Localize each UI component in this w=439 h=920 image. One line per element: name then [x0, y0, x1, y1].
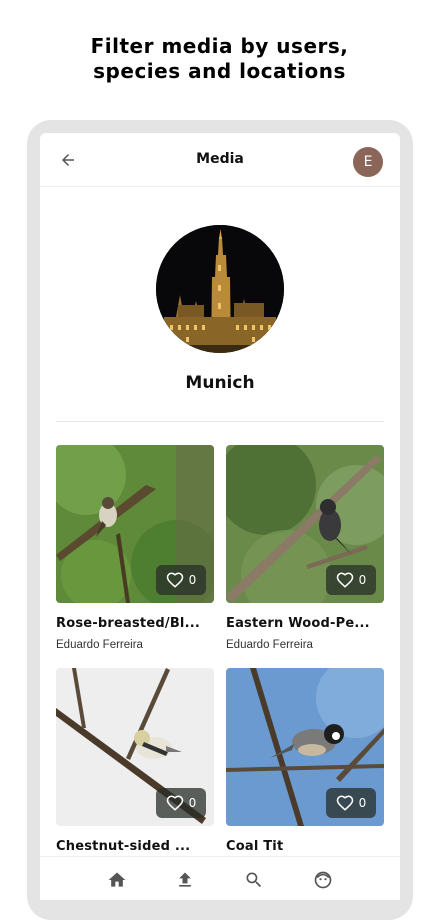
nav-home[interactable]: [106, 869, 128, 891]
page-title: Media: [196, 151, 244, 167]
home-icon: [108, 872, 126, 887]
profile-icon: [314, 871, 332, 889]
media-thumbnail[interactable]: 0: [226, 668, 384, 826]
like-button[interactable]: 0: [156, 565, 206, 595]
like-count: 0: [188, 796, 197, 810]
media-user: Eduardo Ferreira: [226, 639, 313, 651]
media-thumbnail[interactable]: 0: [56, 445, 214, 603]
promo-headline: Filter media by users, species and locat…: [0, 34, 439, 84]
search-icon: [246, 872, 262, 888]
like-button[interactable]: 0: [326, 788, 376, 818]
promo-line-2: species and locations: [93, 59, 346, 83]
nav-search[interactable]: [243, 869, 265, 891]
divider: [56, 421, 384, 422]
location-name: Munich: [185, 373, 255, 393]
avatar[interactable]: E: [353, 147, 383, 177]
bottom-nav: [40, 856, 400, 900]
heart-icon: [166, 795, 183, 811]
upload-icon: [179, 872, 191, 887]
like-count: 0: [358, 573, 367, 587]
media-title: Eastern Wood-Pe...: [226, 616, 370, 631]
heart-icon: [336, 795, 353, 811]
media-title: Chestnut-sided ...: [56, 839, 191, 854]
media-user: Eduardo Ferreira: [56, 639, 143, 651]
promo-line-1: Filter media by users,: [90, 34, 349, 58]
media-card[interactable]: 0 Eastern Wood-Pe... Eduardo Ferreira: [226, 445, 384, 651]
like-count: 0: [188, 573, 197, 587]
app-bar: Media E: [40, 133, 400, 187]
location-photo: [156, 225, 284, 353]
nav-profile[interactable]: [312, 869, 334, 891]
like-count: 0: [358, 796, 367, 810]
media-card[interactable]: 0 Chestnut-sided ...: [56, 668, 214, 854]
media-title: Coal Tit: [226, 839, 284, 854]
media-card[interactable]: 0 Rose-breasted/Bl... Eduardo Ferreira: [56, 445, 214, 651]
heart-icon: [166, 572, 183, 588]
media-thumbnail[interactable]: 0: [226, 445, 384, 603]
media-card[interactable]: 0 Coal Tit: [226, 668, 384, 854]
media-title: Rose-breasted/Bl...: [56, 616, 201, 631]
heart-icon: [336, 572, 353, 588]
like-button[interactable]: 0: [326, 565, 376, 595]
nav-upload[interactable]: [174, 869, 196, 891]
media-thumbnail[interactable]: 0: [56, 668, 214, 826]
app-screen: Media E Munich 0 Rose-breasted/Bl... Edu…: [40, 133, 400, 900]
like-button[interactable]: 0: [156, 788, 206, 818]
